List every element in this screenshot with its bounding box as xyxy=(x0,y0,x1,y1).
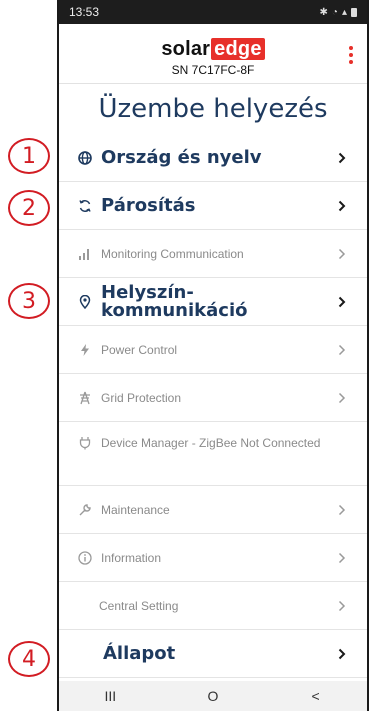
menu-item-grid-protection[interactable]: Grid Protection xyxy=(59,374,367,422)
menu-item-status[interactable]: Állapot xyxy=(59,630,367,678)
annotation-gutter xyxy=(0,0,57,711)
sync-icon xyxy=(77,198,93,214)
serial-number: SN 7C17FC-8F xyxy=(171,63,255,77)
menu-item-label: Information xyxy=(101,550,162,565)
chevron-right-icon xyxy=(337,550,347,566)
bar-chart-icon xyxy=(77,246,93,262)
globe-icon xyxy=(77,150,93,166)
menu-item-monitoring-communication[interactable]: Monitoring Communication xyxy=(59,230,367,278)
menu-item-pairing[interactable]: Párosítás xyxy=(59,182,367,230)
page-title: Üzembe helyezés xyxy=(98,94,328,124)
menu-item-label: Maintenance xyxy=(101,502,170,517)
menu-item-label: Párosítás xyxy=(101,194,196,216)
menu-item-label: Állapot xyxy=(103,642,176,664)
battery-icon xyxy=(351,7,357,17)
menu-item-label: Central Setting xyxy=(99,598,179,613)
callout-3: 3 xyxy=(8,283,50,319)
status-icons: ✱ ◔ ▴ xyxy=(320,7,357,18)
status-time: 13:53 xyxy=(69,5,100,19)
plug-icon xyxy=(77,435,93,451)
chevron-right-icon xyxy=(337,150,347,166)
menu-item-country-language[interactable]: Ország és nyelv xyxy=(59,134,367,182)
home-button[interactable]: O xyxy=(193,688,233,704)
menu-item-central-setting[interactable]: Central Setting xyxy=(59,582,367,630)
solaredge-logo: solar edge xyxy=(59,38,367,61)
wifi-icon: ◔ xyxy=(331,6,338,18)
menu-item-site-communication[interactable]: Helyszín-kommunikáció xyxy=(59,278,367,326)
menu-item-label: Helyszín-kommunikáció xyxy=(101,281,248,321)
menu-item-maintenance[interactable]: Maintenance xyxy=(59,486,367,534)
chevron-right-icon xyxy=(337,502,347,518)
menu-item-information[interactable]: Information xyxy=(59,534,367,582)
chevron-right-icon xyxy=(337,342,347,358)
commissioning-menu: Ország és nyelv Párosítás Monitoring Com… xyxy=(59,134,367,678)
signal-icon: ▴ xyxy=(341,6,347,18)
status-bar: 13:53 ✱ ◔ ▴ xyxy=(59,0,367,24)
menu-item-label: Power Control xyxy=(101,342,178,357)
chevron-right-icon xyxy=(337,646,347,662)
callout-1: 1 xyxy=(8,138,50,174)
overflow-menu-icon[interactable] xyxy=(349,46,353,64)
menu-item-label: Grid Protection xyxy=(101,390,182,405)
bluetooth-icon: ✱ xyxy=(319,6,328,18)
location-pin-icon xyxy=(77,294,93,310)
chevron-right-icon xyxy=(337,390,347,406)
back-button[interactable]: < xyxy=(296,688,336,704)
menu-item-power-control[interactable]: Power Control xyxy=(59,326,367,374)
phone-screen: 13:53 ✱ ◔ ▴ solar edge SN 7C17FC-8F Üzemb… xyxy=(57,0,369,711)
android-nav-bar: III O < xyxy=(59,681,367,711)
info-icon xyxy=(77,550,93,566)
lightning-icon xyxy=(77,342,93,358)
app-header: solar edge SN 7C17FC-8F xyxy=(59,24,367,84)
chevron-right-icon xyxy=(337,198,347,214)
chevron-right-icon xyxy=(337,246,347,262)
callout-4: 4 xyxy=(8,641,50,677)
menu-item-label: Monitoring Communication xyxy=(101,246,244,261)
menu-item-label: Device Manager - ZigBee Not Connected xyxy=(101,436,321,450)
recents-button[interactable]: III xyxy=(90,688,130,704)
menu-item-device-manager[interactable]: Device Manager - ZigBee Not Connected xyxy=(59,422,367,486)
chevron-right-icon xyxy=(337,294,347,310)
chevron-right-icon xyxy=(337,598,347,614)
transmission-tower-icon xyxy=(77,390,93,406)
wrench-icon xyxy=(77,502,93,518)
callout-2: 2 xyxy=(8,190,50,226)
menu-item-label: Ország és nyelv xyxy=(101,146,262,168)
